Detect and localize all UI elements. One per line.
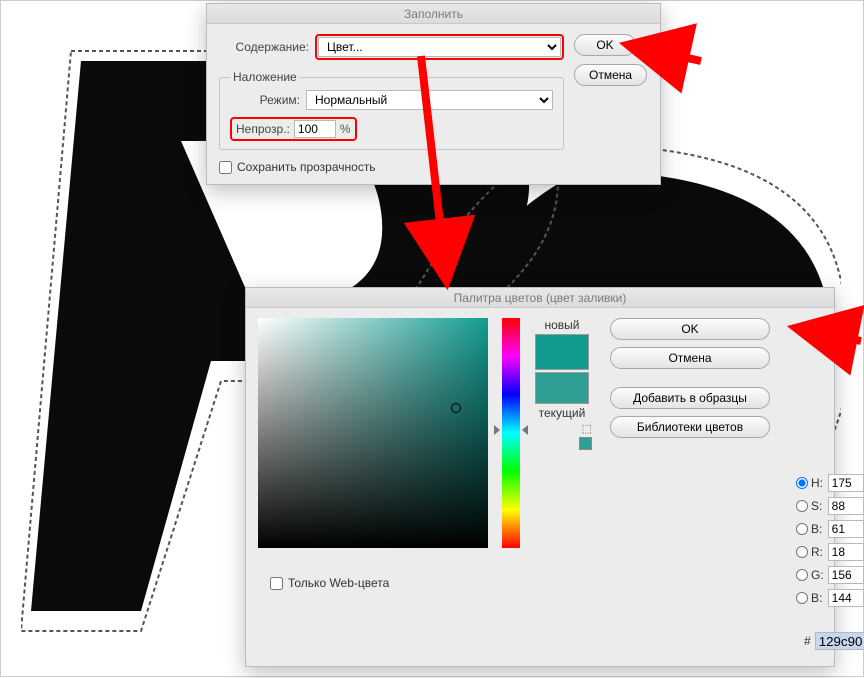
blend-group: Наложение Режим: Нормальный Непрозр.: %: [219, 70, 564, 150]
dialog-title: Палитра цветов (цвет заливки): [246, 288, 834, 308]
s-input[interactable]: [828, 497, 864, 515]
add-swatch-button[interactable]: Добавить в образцы: [610, 387, 770, 409]
hue-slider[interactable]: [502, 318, 520, 548]
new-color-swatch: [535, 334, 589, 370]
gamut-warning-icon[interactable]: ⬚: [582, 422, 592, 435]
new-label: новый: [544, 318, 579, 332]
gamut-swatch[interactable]: [579, 437, 592, 450]
opacity-unit: %: [340, 122, 351, 136]
bv-input[interactable]: [828, 520, 864, 538]
g-input[interactable]: [828, 566, 864, 584]
mode-select[interactable]: Нормальный: [306, 90, 553, 110]
bc-input[interactable]: [828, 589, 864, 607]
opacity-input[interactable]: [294, 120, 336, 138]
hue-slider-thumb[interactable]: [497, 425, 525, 435]
bc-radio[interactable]: B:: [796, 591, 824, 605]
bv-radio[interactable]: B:: [796, 522, 824, 536]
color-field[interactable]: [258, 318, 488, 548]
preserve-transparency-check[interactable]: Сохранить прозрачность: [219, 160, 564, 174]
fill-dialog: Заполнить Содержание: Цвет... Наложение …: [206, 3, 661, 185]
h-radio[interactable]: H:: [796, 476, 824, 490]
content-select[interactable]: Цвет...: [318, 37, 561, 57]
h-input[interactable]: [828, 474, 864, 492]
opacity-label: Непрозр.:: [236, 122, 290, 136]
hex-input[interactable]: [815, 632, 864, 650]
hex-prefix: #: [804, 634, 811, 648]
color-libraries-button[interactable]: Библиотеки цветов: [610, 416, 770, 438]
ok-button[interactable]: OK: [610, 318, 770, 340]
current-color-swatch[interactable]: [535, 372, 589, 404]
color-picker-dialog: Палитра цветов (цвет заливки) Только Web…: [245, 287, 835, 667]
hsb-rgb-fields: H: ° S: % B: % R: G: B:: [796, 474, 864, 607]
cancel-button[interactable]: Отмена: [610, 347, 770, 369]
r-radio[interactable]: R:: [796, 545, 824, 559]
color-field-cursor: [451, 403, 461, 413]
cancel-button[interactable]: Отмена: [574, 64, 647, 86]
ok-button[interactable]: OK: [574, 34, 636, 56]
blend-legend: Наложение: [230, 70, 300, 84]
web-colors-check[interactable]: Только Web-цвета: [270, 576, 389, 590]
mode-label: Режим:: [230, 93, 300, 107]
dialog-title: Заполнить: [207, 4, 660, 24]
s-radio[interactable]: S:: [796, 499, 824, 513]
g-radio[interactable]: G:: [796, 568, 824, 582]
current-label: текущий: [539, 406, 586, 420]
content-label: Содержание:: [219, 40, 309, 54]
r-input[interactable]: [828, 543, 864, 561]
